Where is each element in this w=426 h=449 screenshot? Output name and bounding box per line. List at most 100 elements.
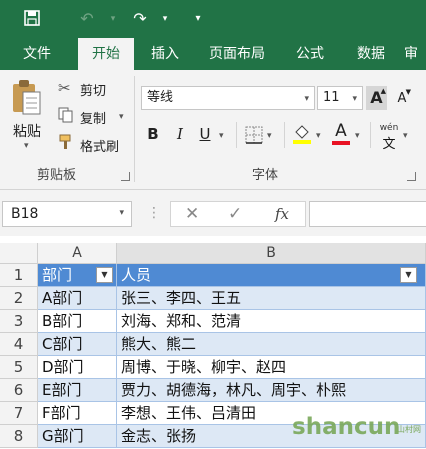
table-cell[interactable]: 熊大、熊二	[117, 333, 426, 356]
drag-handle-icon[interactable]: ⋮	[147, 205, 161, 221]
table-cell[interactable]: D部门	[38, 356, 117, 379]
cell-text: B部门	[42, 312, 83, 330]
font-size-value: 11	[323, 90, 340, 105]
tab-data[interactable]: 数据	[344, 38, 398, 70]
phonetic-label: wén	[379, 123, 399, 133]
italic-button[interactable]: I	[172, 125, 188, 143]
paste-dropdown-icon[interactable]: ▾	[24, 141, 29, 151]
font-size-select[interactable]: 11 ▾	[317, 86, 363, 110]
scissors-icon: ✂	[58, 79, 71, 97]
ribbon: 粘贴 ▾ ✂ 剪切 复制 ▾ 格式刷 剪贴板 等线 ▾ 11 ▾ A ▲ A ▼ B…	[0, 70, 426, 190]
font-group-label: 字体	[252, 168, 279, 183]
table-cell[interactable]: A部门	[38, 287, 117, 310]
borders-icon[interactable]	[245, 126, 263, 148]
enter-icon[interactable]: ✓	[228, 204, 242, 224]
table-cell[interactable]: E部门	[38, 379, 117, 402]
format-painter-button[interactable]: 格式刷	[80, 136, 119, 155]
redo-dropdown-icon[interactable]: ▾	[154, 9, 176, 29]
filter-dropdown-b-icon[interactable]: ▼	[400, 267, 417, 283]
underline-dropdown-icon[interactable]: ▾	[219, 131, 224, 141]
undo-icon[interactable]: ↶	[76, 9, 98, 29]
name-box[interactable]: B18 ▾	[2, 201, 132, 227]
tab-home[interactable]: 开始	[78, 38, 134, 70]
copy-icon	[58, 107, 74, 127]
cell-text: E部门	[42, 381, 82, 399]
cancel-icon[interactable]: ✕	[185, 204, 199, 224]
fill-color-icon[interactable]	[292, 123, 312, 149]
row-header[interactable]: 7	[0, 402, 38, 425]
cell-text: 熊大、熊二	[121, 335, 197, 353]
tab-insert[interactable]: 插入	[138, 38, 192, 70]
decrease-font-size-button[interactable]: A ▼	[392, 88, 412, 109]
undo-dropdown-icon[interactable]: ▾	[102, 9, 124, 29]
formula-buttons: ✕ ✓ fx	[170, 201, 306, 227]
redo-icon[interactable]: ↷	[129, 9, 151, 29]
paste-icon[interactable]	[10, 78, 44, 122]
column-header-b[interactable]: B	[117, 243, 426, 264]
row-header[interactable]: 8	[0, 425, 38, 448]
table-cell[interactable]: 周博、于晓、柳宇、赵四	[117, 356, 426, 379]
table-cell[interactable]: B部门	[38, 310, 117, 333]
phonetic-guide-icon[interactable]: wén 文	[378, 123, 400, 152]
row-header[interactable]: 5	[0, 356, 38, 379]
font-name-select[interactable]: 等线 ▾	[141, 86, 315, 110]
table-cell[interactable]: 张三、李四、王五	[117, 287, 426, 310]
table-cell[interactable]: C部门	[38, 333, 117, 356]
row-header[interactable]: 2	[0, 287, 38, 310]
row-header[interactable]: 1	[0, 264, 38, 287]
formula-bar: B18 ▾ ⋮ ✕ ✓ fx	[0, 190, 426, 236]
bold-button[interactable]: B	[145, 125, 161, 143]
cut-button[interactable]: 剪切	[80, 80, 106, 99]
table-cell[interactable]: 刘海、郑和、范清	[117, 310, 426, 333]
group-divider	[134, 76, 135, 182]
clipboard-group-label: 剪贴板	[37, 168, 77, 183]
tab-formulas[interactable]: 公式	[284, 38, 336, 70]
table-cell[interactable]: 贾力、胡德海，林凡、周宇、朴熙	[117, 379, 426, 402]
name-box-value: B18	[11, 206, 39, 222]
row-header[interactable]: 3	[0, 310, 38, 333]
filter-dropdown-a-icon[interactable]: ▼	[96, 267, 113, 283]
cell-text: 部门	[42, 266, 73, 284]
chevron-down-icon: ▾	[304, 94, 309, 104]
row-header[interactable]: 6	[0, 379, 38, 402]
cell-text: 刘海、郑和、范清	[121, 312, 242, 330]
phonetic-dropdown-icon[interactable]: ▾	[403, 131, 408, 141]
font-color-letter: A	[335, 121, 347, 141]
font-dialog-launcher-icon[interactable]	[407, 172, 416, 181]
watermark-sub: 山村网	[397, 425, 421, 434]
select-all-corner[interactable]	[0, 243, 38, 264]
formula-input[interactable]	[309, 201, 426, 227]
cell-text: 金志、张扬	[121, 427, 197, 445]
divider	[284, 122, 285, 148]
cell-text: F部门	[42, 404, 81, 422]
copy-dropdown-icon[interactable]: ▾	[119, 112, 124, 122]
font-color-dropdown-icon[interactable]: ▾	[355, 131, 360, 141]
cell-text: A部门	[42, 289, 83, 307]
tab-review[interactable]: 审	[404, 38, 426, 70]
row-header[interactable]: 4	[0, 333, 38, 356]
insert-function-button[interactable]: fx	[275, 205, 289, 223]
cell-text: 贾力、胡德海，林凡、周宇、朴熙	[121, 381, 347, 399]
chevron-down-icon: ▾	[352, 94, 357, 104]
table-cell[interactable]: F部门	[38, 402, 117, 425]
paste-button[interactable]: 粘贴	[13, 121, 41, 141]
copy-button[interactable]: 复制	[80, 108, 106, 127]
column-header-a[interactable]: A	[38, 243, 117, 264]
cell-text: C部门	[42, 335, 83, 353]
tab-file[interactable]: 文件	[8, 38, 66, 70]
save-icon[interactable]	[21, 9, 43, 29]
underline-button[interactable]: U	[197, 125, 213, 143]
tab-page-layout[interactable]: 页面布局	[198, 38, 276, 70]
cell-text: G部门	[42, 427, 84, 445]
borders-dropdown-icon[interactable]: ▾	[267, 131, 272, 141]
watermark-logo: shancun	[292, 414, 401, 440]
customize-toolbar-icon[interactable]: ▾	[187, 9, 209, 29]
fill-color-dropdown-icon[interactable]: ▾	[316, 131, 321, 141]
increase-font-size-button[interactable]: A ▲	[366, 86, 387, 110]
cell-text: 人员	[121, 266, 152, 284]
table-header-cell[interactable]: 人员	[117, 264, 426, 287]
table-cell[interactable]: G部门	[38, 425, 117, 448]
quick-access-toolbar: ↶ ▾ ↷ ▾ ▾	[0, 0, 426, 38]
font-color-icon[interactable]: A	[332, 121, 350, 145]
clipboard-dialog-launcher-icon[interactable]	[121, 172, 130, 181]
